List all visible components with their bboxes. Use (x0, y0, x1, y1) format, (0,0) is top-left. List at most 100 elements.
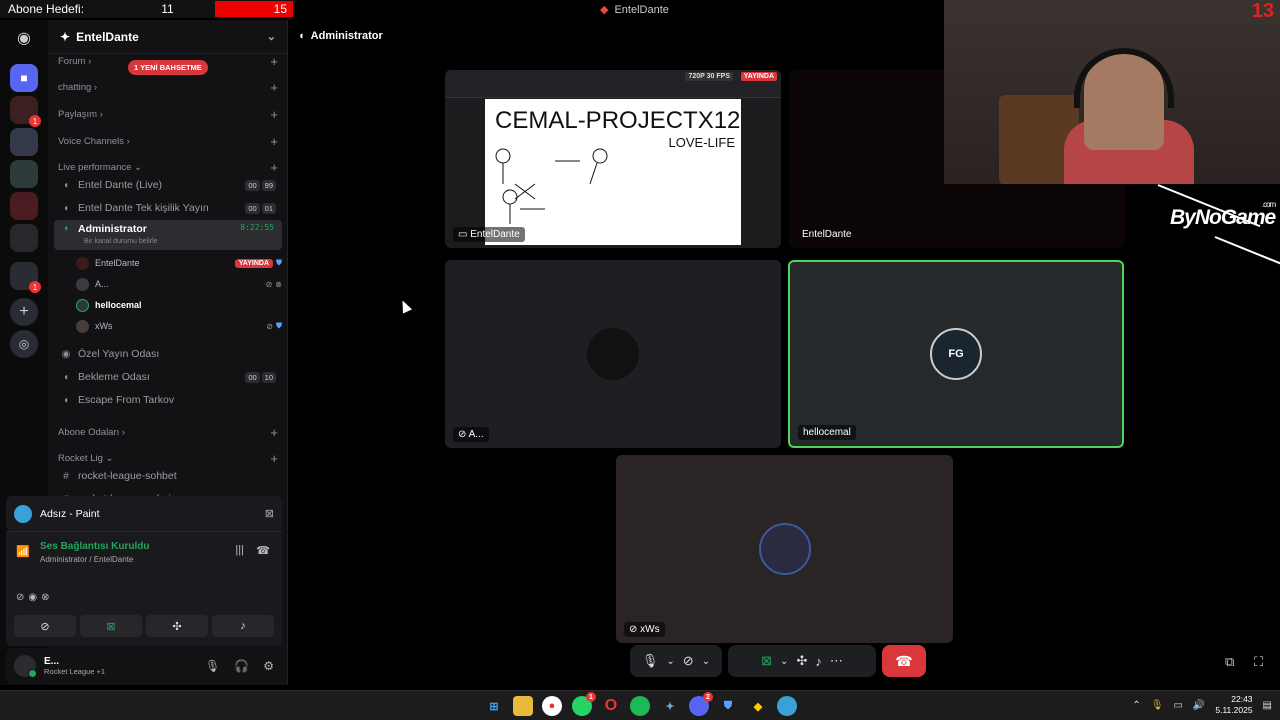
fullscreen-icon[interactable]: ⛶ (1254, 654, 1263, 670)
discord-home-icon[interactable]: ◉ (10, 24, 38, 52)
more-options-icon[interactable]: ⋯ (830, 653, 843, 669)
chevron-down-icon[interactable]: ⌄ (780, 656, 788, 667)
notifications-icon[interactable]: ▤ (1263, 700, 1272, 711)
add-channel-icon[interactable]: + (270, 160, 278, 175)
clock[interactable]: 22:43 5.11.2025 (1215, 694, 1252, 716)
server-header[interactable]: ✦ EntelDante ⌄ (48, 20, 288, 54)
microphone-icon[interactable]: 🎙 (205, 659, 220, 673)
server-icon[interactable] (10, 192, 38, 220)
whatsapp-icon[interactable]: 1 (572, 692, 596, 716)
add-channel-icon[interactable]: + (270, 425, 278, 440)
paint-taskbar-icon[interactable] (777, 696, 797, 716)
shield-app-icon[interactable]: ⛊ (718, 696, 738, 716)
activity-panel[interactable]: Adsız - Paint ⊠ (6, 496, 282, 531)
server-icon[interactable]: 1 (10, 96, 41, 127)
pop-out-icon[interactable]: ⧉ (1225, 654, 1234, 670)
screen-share-button[interactable]: ⊠ (80, 615, 142, 637)
category-chatting[interactable]: chatting › + (58, 80, 278, 95)
category-voice-channels[interactable]: Voice Channels › + (58, 134, 278, 149)
user-controls: 🎙 🎧 ⚙ (205, 659, 274, 673)
noise-suppression-icon[interactable]: ||| (235, 544, 244, 556)
video-tile-speaking[interactable]: FG hellocemal (788, 260, 1124, 448)
video-tile[interactable]: ⊘ xWs (616, 455, 953, 643)
tile-label: ⊘ xWs (624, 622, 665, 637)
activities-icon[interactable]: ✣ (796, 653, 807, 669)
close-stream-icon[interactable]: ⊠ (265, 507, 274, 520)
settings-gear-icon[interactable]: ⚙ (263, 659, 274, 673)
chrome-icon[interactable]: ● (542, 696, 562, 716)
connection-channel[interactable]: Administrator / EntelDante (40, 555, 133, 564)
add-channel-icon[interactable]: + (270, 107, 278, 122)
subscriber-goal-current: 11 (161, 2, 174, 16)
stream-tile[interactable]: 720P 30 FPS YAYINDA CEMAL-PROJECTX12 LOV… (445, 70, 781, 248)
tile-label-text: A... (468, 429, 484, 440)
activities-button[interactable]: ✣ (146, 615, 208, 637)
channel-status-prompt[interactable]: Bir kanal durumu belirle (84, 238, 158, 245)
category-label: Rocket Lig (58, 453, 103, 464)
direct-messages-icon[interactable]: ■ (10, 64, 38, 92)
voice-channel-ozel[interactable]: ◉ Özel Yayın Odası (54, 343, 282, 365)
add-server-icon[interactable]: + (10, 298, 38, 326)
chevron-down-icon[interactable]: ⌄ (702, 656, 710, 667)
voice-channel-bekleme[interactable]: ◖ Bekleme Odası 00 10 (54, 366, 282, 388)
user-status: Rocket League +1 (44, 667, 106, 676)
category-paylasim[interactable]: Paylaşım › + (58, 107, 278, 122)
voice-user[interactable]: xWs ⊘ ⛊ (76, 316, 282, 336)
disconnect-icon[interactable]: ☎ (256, 544, 270, 557)
video-tile[interactable]: ⊘ A... (445, 260, 781, 448)
speaker-icon: ◖ (62, 394, 70, 406)
category-abone[interactable]: Abone Odaları › + (58, 425, 278, 440)
microphone-icon[interactable]: 🎙 (642, 653, 659, 669)
microphone-icon[interactable]: 🎙 (1151, 700, 1164, 711)
add-channel-icon[interactable]: + (270, 451, 278, 466)
category-live-performance[interactable]: Live performance ⌄ + (58, 160, 278, 175)
spotify-icon[interactable] (630, 696, 650, 716)
category-rocket[interactable]: Rocket Lig ⌄ + (58, 451, 278, 466)
connection-status[interactable]: Ses Bağlantısı Kuruldu (40, 541, 149, 552)
network-icon[interactable]: ▭ (1173, 700, 1182, 711)
voice-channel-administrator[interactable]: ◖ Administrator Bir kanal durumu belirle… (54, 220, 282, 250)
file-explorer-icon[interactable] (513, 696, 533, 716)
participant-avatar: FG (930, 328, 982, 380)
explore-icon[interactable]: ◎ (10, 330, 38, 358)
chevron-up-icon[interactable]: ⌃ (1132, 700, 1140, 711)
camera-off-icon[interactable]: ⊘ (683, 653, 694, 669)
screen-share-icon[interactable]: ⊠ (761, 653, 772, 669)
server-icon[interactable] (10, 128, 38, 156)
add-channel-icon[interactable]: + (270, 134, 278, 149)
windows-start-icon[interactable]: ⊞ (484, 696, 504, 716)
broadcast-icon: ◉ (61, 348, 71, 360)
add-channel-icon[interactable]: + (270, 54, 278, 69)
add-channel-icon[interactable]: + (270, 80, 278, 95)
app-icon[interactable]: ◆ (748, 696, 768, 716)
server-icon[interactable] (10, 160, 38, 188)
voice-channel-entel-tek[interactable]: ◖ Entel Dante Tek kişilik Yayın 00 01 (54, 197, 282, 219)
chevron-down-icon[interactable]: ⌄ (666, 656, 674, 667)
camera-off-button[interactable]: ⊘ (14, 615, 76, 637)
voice-channel-entel-live[interactable]: ◖ Entel Dante (Live) 00 99 (54, 174, 282, 196)
soundboard-icon: ♪ (240, 620, 246, 632)
headphones-icon[interactable]: 🎧 (234, 659, 249, 673)
soundboard-button[interactable]: ♪ (212, 615, 274, 637)
discord-taskbar-icon[interactable]: 2 (689, 692, 713, 716)
voice-user[interactable]: EntelDante YAYINDA ⛊ (76, 253, 282, 273)
deafened-icon: ⊗ (41, 592, 50, 603)
user-info[interactable]: E... Rocket League +1 (44, 656, 105, 676)
text-channel-rl-sohbet[interactable]: # rocket-league-sohbet (54, 465, 282, 487)
app-icon[interactable]: ✦ (660, 696, 680, 716)
server-icon[interactable] (10, 224, 38, 252)
server-folder-icon[interactable]: 1 (10, 262, 41, 293)
voice-user[interactable]: hellocemal (76, 295, 282, 315)
user-avatar[interactable] (14, 655, 37, 678)
channel-name: Özel Yayın Odası (78, 348, 160, 360)
soundboard-icon[interactable]: ♪ (815, 654, 822, 669)
server-boost-icon: ✦ (60, 29, 71, 44)
opera-icon[interactable]: O (601, 696, 621, 716)
volume-icon[interactable]: 🔊 (1193, 700, 1205, 711)
new-mention-badge[interactable]: 1 YENİ BAHSETME (128, 60, 208, 75)
signal-icon: 📶 (16, 546, 30, 558)
voice-user[interactable]: A... ⊘ ⊗ (76, 274, 282, 294)
user-limit-value: 10 (261, 371, 276, 383)
leave-call-button[interactable]: ☎ (882, 645, 926, 677)
voice-channel-tarkov[interactable]: ◖ Escape From Tarkov (54, 389, 282, 411)
